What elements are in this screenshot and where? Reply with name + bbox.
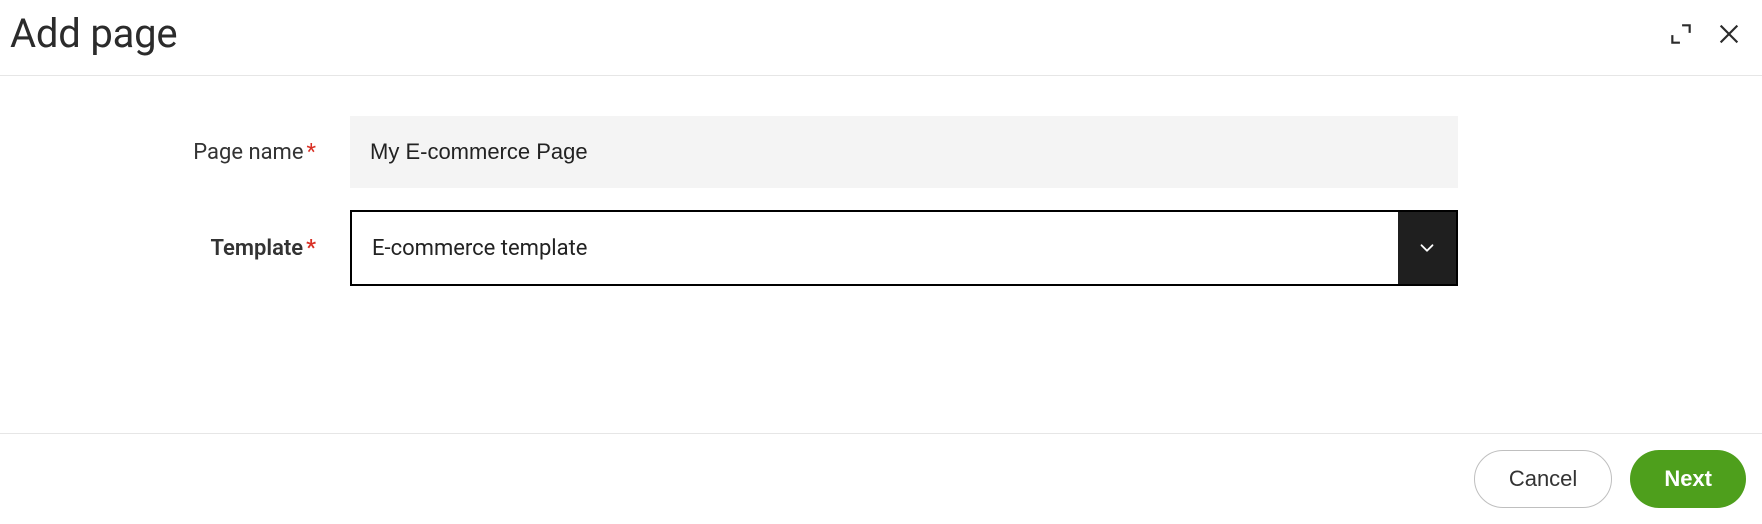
dialog-footer: Cancel Next bbox=[0, 433, 1762, 524]
page-name-label-cell: Page name* bbox=[0, 140, 350, 165]
dialog-header: Add page bbox=[0, 0, 1762, 76]
close-button[interactable] bbox=[1712, 17, 1746, 51]
expand-button[interactable] bbox=[1664, 17, 1698, 51]
dialog-title: Add page bbox=[10, 10, 177, 57]
template-row: Template* E-commerce template bbox=[0, 210, 1762, 286]
page-name-label: Page name bbox=[193, 140, 303, 165]
chevron-down-icon bbox=[1416, 237, 1438, 259]
page-name-input-cell bbox=[350, 116, 1458, 188]
cancel-button[interactable]: Cancel bbox=[1474, 450, 1612, 508]
expand-icon bbox=[1668, 21, 1694, 47]
template-select[interactable]: E-commerce template bbox=[350, 210, 1458, 286]
next-button[interactable]: Next bbox=[1630, 450, 1746, 508]
form-area: Page name* Template* E-commerce template bbox=[0, 76, 1762, 348]
template-label: Template bbox=[211, 236, 304, 261]
required-marker: * bbox=[306, 236, 316, 261]
header-icons bbox=[1664, 17, 1752, 51]
close-icon bbox=[1716, 21, 1742, 47]
page-name-input[interactable] bbox=[350, 116, 1458, 188]
required-marker: * bbox=[307, 140, 316, 165]
template-label-cell: Template* bbox=[0, 236, 350, 261]
page-name-row: Page name* bbox=[0, 116, 1762, 188]
template-select-caret[interactable] bbox=[1398, 212, 1456, 284]
template-select-value[interactable]: E-commerce template bbox=[352, 212, 1398, 284]
template-input-cell: E-commerce template bbox=[350, 210, 1458, 286]
